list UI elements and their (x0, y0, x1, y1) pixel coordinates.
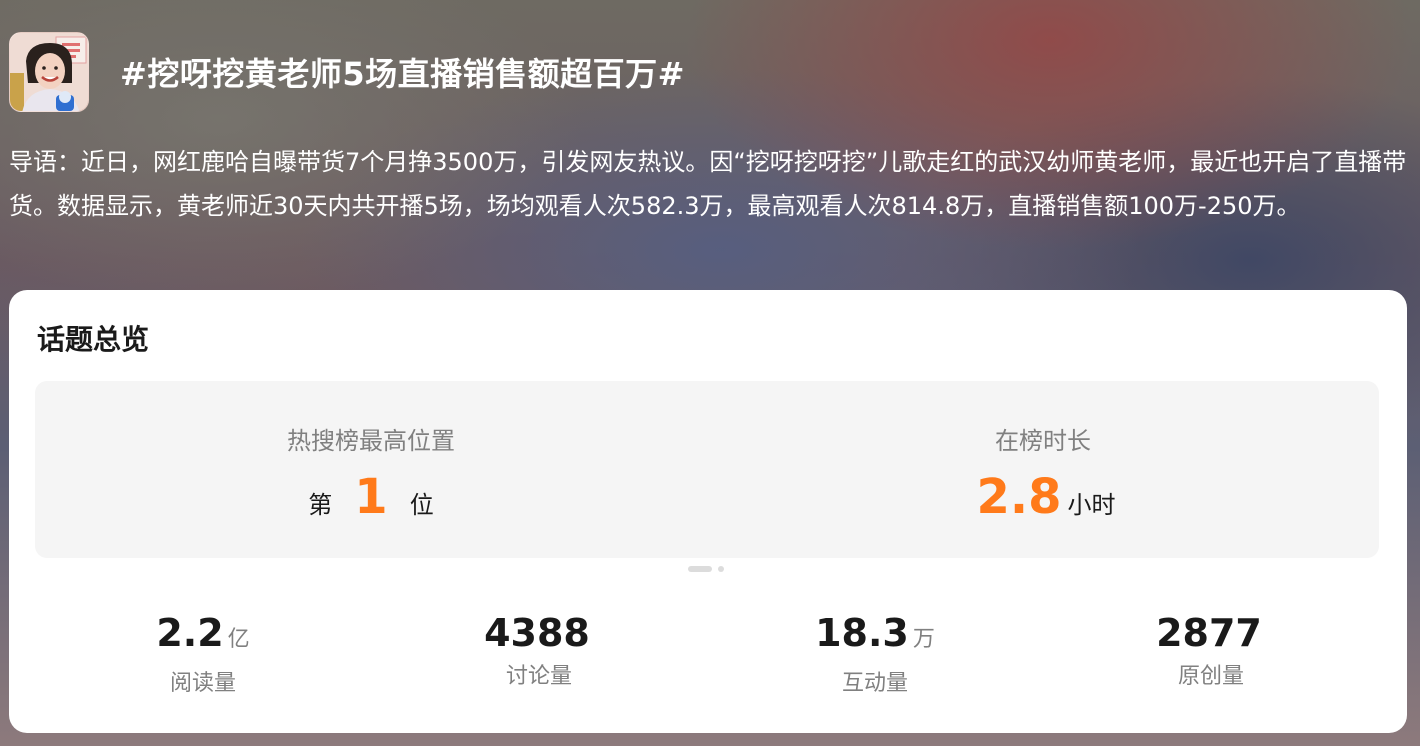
duration-number: 2.8 (976, 469, 1062, 525)
stat-unit: 万 (912, 627, 935, 652)
stats-row: 2.2 亿 阅读量 4388 讨论量 18.3 万 互动量 2877 原创量 (35, 610, 1379, 700)
ranking-panel[interactable]: 热搜榜最高位置 第 1 位 在榜时长 2.8 小时 (35, 381, 1379, 558)
hot-search-rank: 热搜榜最高位置 第 1 位 (35, 381, 707, 558)
topic-title[interactable]: #挖呀挖黄老师5场直播销售额超百万# (120, 49, 685, 95)
stat-label: 阅读量 (169, 671, 236, 696)
stat-label: 原创量 (1177, 664, 1244, 689)
avatar-photo-icon (10, 33, 88, 111)
on-list-duration-label: 在榜时长 (995, 427, 1091, 455)
rank-prefix: 第 (308, 491, 333, 519)
topic-avatar[interactable] (9, 32, 89, 112)
stat-value: 4388 (484, 611, 590, 655)
stat-interactions: 18.3 万 互动量 (707, 610, 1043, 700)
carousel-pager[interactable] (688, 566, 724, 572)
stat-value-line: 2.2 亿 (35, 610, 371, 663)
pager-dot-active[interactable] (688, 566, 712, 572)
rank-number: 1 (354, 469, 388, 525)
stat-value-line: 4388 (371, 610, 707, 656)
stat-value-line: 18.3 万 (707, 610, 1043, 663)
pager-dot[interactable] (718, 566, 724, 572)
on-list-duration-value-line: 2.8 小时 (707, 469, 1379, 525)
stat-reads: 2.2 亿 阅读量 (35, 610, 371, 700)
stat-value: 2.2 (156, 611, 224, 655)
stat-originals: 2877 原创量 (1043, 610, 1379, 700)
stat-value-line: 2877 (1043, 610, 1379, 656)
stat-label: 互动量 (841, 671, 908, 696)
stat-unit: 亿 (227, 627, 250, 652)
stat-label: 讨论量 (505, 664, 572, 689)
on-list-duration: 在榜时长 2.8 小时 (707, 381, 1379, 558)
rank-suffix: 位 (409, 491, 434, 519)
hot-search-rank-value-line: 第 1 位 (35, 469, 707, 525)
overview-title: 话题总览 (37, 323, 150, 356)
stat-value: 18.3 (815, 611, 909, 655)
duration-suffix: 小时 (1067, 491, 1116, 519)
topic-header: #挖呀挖黄老师5场直播销售额超百万# (9, 32, 685, 112)
overview-card: 话题总览 热搜榜最高位置 第 1 位 在榜时长 2.8 小时 2.2 亿 阅读量… (9, 290, 1407, 733)
stat-discussions: 4388 讨论量 (371, 610, 707, 700)
stat-value: 2877 (1156, 611, 1262, 655)
hot-search-rank-label: 热搜榜最高位置 (287, 427, 455, 455)
topic-intro: 导语：近日，网红鹿哈自曝带货7个月挣3500万，引发网友热议。因“挖呀挖呀挖”儿… (9, 148, 1407, 220)
